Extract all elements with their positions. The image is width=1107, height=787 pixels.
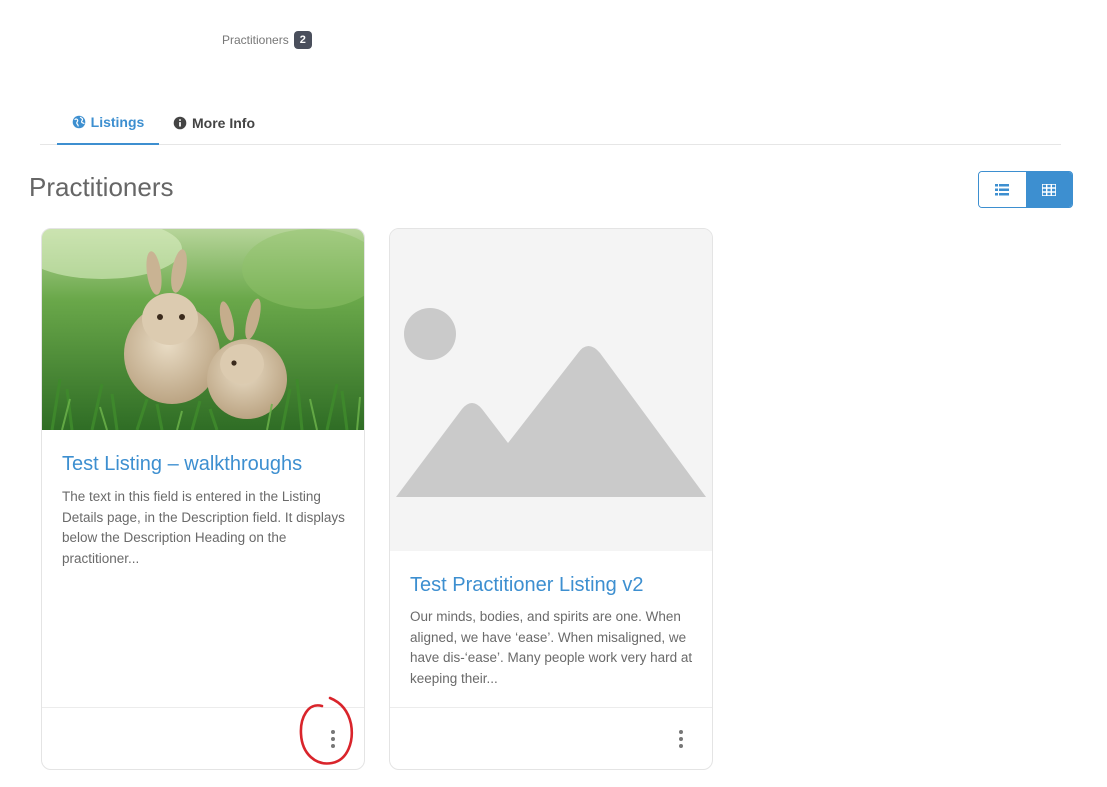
info-circle-icon (173, 116, 187, 129)
card-footer (390, 707, 712, 769)
count-badge: 2 (293, 31, 312, 49)
listing-description: The text in this field is entered in the… (62, 489, 345, 566)
tab-listings[interactable]: Listings (57, 100, 159, 145)
listing-description: Our minds, bodies, and spirits are one. … (410, 609, 693, 686)
grid-view-icon (1041, 183, 1056, 196)
tab-listings-label: Listings (90, 113, 145, 130)
listing-title[interactable]: Test Practitioner Listing v2 (410, 574, 643, 597)
annotation-circle (299, 696, 354, 765)
globe-icon (72, 115, 85, 128)
tab-more-info-label: More Info (192, 114, 255, 131)
listing-image[interactable] (42, 229, 364, 430)
view-toggle (978, 171, 1073, 208)
practitioners-count: Practitioners 2 (222, 31, 312, 49)
tab-more-info[interactable]: More Info (173, 100, 255, 145)
listing-title[interactable]: Test Listing – walkthroughs (62, 453, 302, 476)
grid-view-button[interactable] (1025, 172, 1072, 207)
list-view-button[interactable] (979, 172, 1026, 207)
image-placeholder-icon[interactable] (390, 229, 712, 551)
kebab-menu-icon[interactable] (674, 728, 688, 750)
tab-bar: Listings More Info (40, 100, 1061, 145)
listing-card: Test Listing – walkthroughs The text in … (41, 228, 365, 770)
list-view-icon (995, 183, 1010, 195)
practitioners-count-label: Practitioners (222, 33, 289, 47)
page-title: Practitioners (29, 172, 174, 202)
listing-card: Test Practitioner Listing v2 Our minds, … (389, 228, 713, 770)
